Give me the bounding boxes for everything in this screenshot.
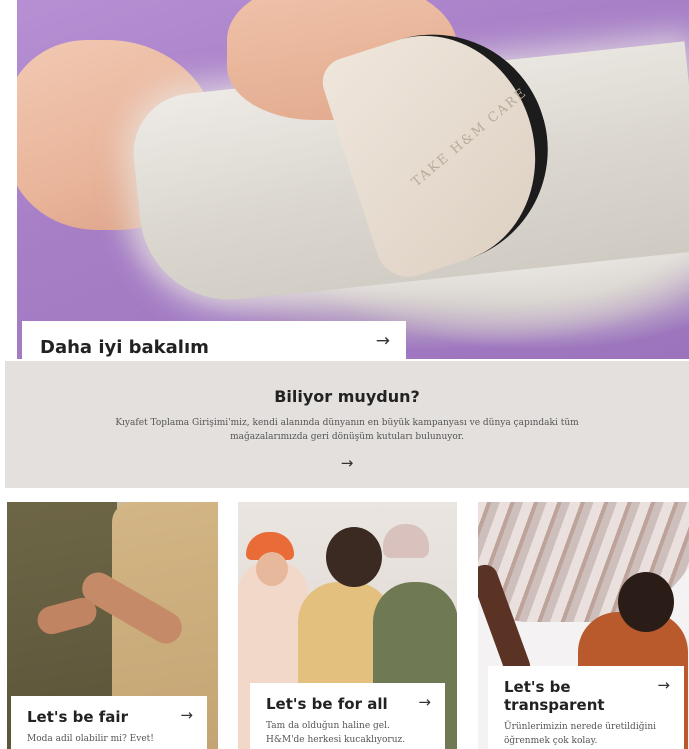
card-image-face [256, 552, 288, 586]
card-caption: Let's be transparent → Ürünlerimizin ner… [488, 666, 684, 749]
arrow-right-icon: → [375, 331, 390, 351]
card-caption: Let's be fair → Moda adil olabilir mi? E… [11, 696, 207, 749]
card-description: Tam da olduğun haline gel. H&M'de herkes… [266, 721, 406, 745]
arrow-right-icon[interactable]: → [5, 454, 689, 472]
card-description: Moda adil olabilir mi? Evet! [27, 734, 154, 744]
card-caption: Let's be for all → Tam da olduğun haline… [250, 683, 445, 749]
card-lets-be-transparent[interactable]: Let's be transparent → Ürünlerimizin ner… [478, 502, 689, 749]
card-title: Let's be for all [266, 695, 388, 713]
hero-card-link[interactable]: Daha iyi bakalım → [22, 321, 406, 361]
arrow-right-icon: → [657, 676, 670, 694]
did-you-know-body: Kıyafet Toplama Girişimi'miz, kendi alan… [115, 418, 579, 442]
card-image-bucket-hat [383, 524, 429, 558]
card-title: Let's be transparent [504, 678, 605, 714]
hero-card-title: Daha iyi bakalım [40, 336, 209, 358]
hero-banner[interactable]: TAKE H&M CARE [17, 0, 689, 359]
did-you-know-section: Biliyor muydun? Kıyafet Toplama Girişimi… [5, 361, 689, 488]
card-lets-be-for-all[interactable]: Let's be for all → Tam da olduğun haline… [238, 502, 457, 749]
card-image-curly-hair [326, 527, 382, 587]
card-image-head [618, 572, 674, 632]
card-description: Ürünlerimizin nerede üretildiğini öğrenm… [504, 722, 657, 746]
arrow-right-icon: → [418, 693, 431, 711]
card-title: Let's be fair [27, 708, 128, 726]
card-lets-be-fair[interactable]: Let's be fair → Moda adil olabilir mi? E… [7, 502, 218, 749]
arrow-right-icon: → [180, 706, 193, 724]
did-you-know-heading: Biliyor muydun? [274, 387, 420, 406]
